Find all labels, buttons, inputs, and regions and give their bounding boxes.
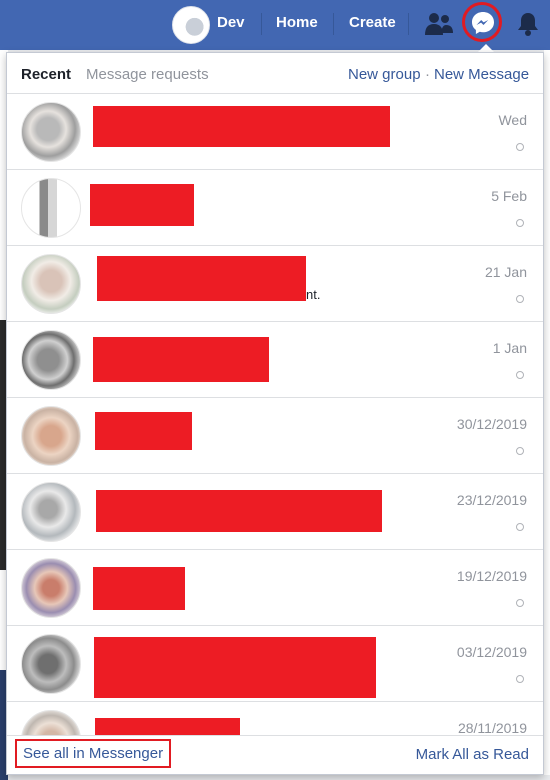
conversation-date: 23/12/2019	[456, 492, 527, 508]
mark-read-dot[interactable]	[516, 447, 524, 455]
nav-divider	[261, 13, 262, 35]
messenger-icon[interactable]	[470, 10, 496, 41]
mark-read-dot[interactable]	[516, 599, 524, 607]
profile-avatar[interactable]	[172, 6, 210, 44]
new-group-link[interactable]: New group	[348, 66, 421, 83]
conversation-list: Wed 5 Feb nt. 21 Jan 1 Jan 30/12/2019 23…	[7, 94, 543, 774]
dropdown-footer: See all in Messenger Mark All as Read	[7, 735, 543, 774]
redacted-name	[96, 490, 382, 532]
conversation-date: 19/12/2019	[456, 568, 527, 584]
new-message-link[interactable]: New Message	[434, 66, 529, 83]
redacted-name	[93, 337, 269, 382]
mark-read-dot[interactable]	[516, 523, 524, 531]
dropdown-header: Recent Message requests New group · New …	[7, 53, 543, 94]
redacted-name	[90, 184, 194, 226]
nav-divider	[408, 13, 409, 35]
avatar	[21, 634, 81, 694]
conversation-date: 1 Jan	[492, 340, 527, 356]
conversation-date: 28/11/2019	[457, 720, 527, 736]
conversation-date: 30/12/2019	[456, 416, 527, 432]
friends-icon[interactable]	[424, 11, 454, 42]
conversation-row[interactable]: 1 Jan	[7, 322, 543, 398]
conversation-date: Wed	[498, 112, 527, 128]
conversation-row[interactable]: 19/12/2019	[7, 550, 543, 626]
background-page-right	[544, 50, 550, 775]
conversation-date: 5 Feb	[491, 188, 527, 204]
mark-read-dot[interactable]	[516, 143, 524, 151]
redacted-name	[95, 412, 192, 450]
avatar	[21, 178, 81, 238]
conversation-row[interactable]: nt. 21 Jan	[7, 246, 543, 322]
conversation-date: 03/12/2019	[456, 644, 527, 660]
profile-name-link[interactable]: Dev	[217, 14, 245, 31]
message-snippet-end: nt.	[306, 287, 321, 302]
avatar	[21, 406, 81, 466]
conversation-row[interactable]: 03/12/2019	[7, 626, 543, 702]
mark-read-dot[interactable]	[516, 371, 524, 379]
conversation-date: 21 Jan	[484, 264, 527, 280]
conversation-row[interactable]: 30/12/2019	[7, 398, 543, 474]
mark-all-as-read-link[interactable]: Mark All as Read	[416, 746, 529, 763]
avatar	[21, 254, 81, 314]
redacted-name	[93, 567, 185, 610]
mark-read-dot[interactable]	[516, 675, 524, 683]
mark-read-dot[interactable]	[516, 295, 524, 303]
tab-recent[interactable]: Recent	[21, 66, 71, 83]
avatar	[21, 482, 81, 542]
conversation-row[interactable]: 5 Feb	[7, 170, 543, 246]
conversation-row[interactable]: Wed	[7, 94, 543, 170]
avatar	[21, 102, 81, 162]
redacted-name	[94, 637, 376, 698]
conversation-row[interactable]: 23/12/2019	[7, 474, 543, 550]
see-all-in-messenger-link[interactable]: See all in Messenger	[15, 739, 172, 768]
avatar	[21, 330, 81, 390]
create-link[interactable]: Create	[349, 14, 396, 31]
redacted-name	[93, 106, 390, 147]
home-link[interactable]: Home	[276, 14, 318, 31]
nav-divider	[333, 13, 334, 35]
messenger-dropdown: Recent Message requests New group · New …	[6, 52, 544, 775]
top-navigation-bar: Dev Home Create	[0, 0, 550, 50]
avatar	[21, 558, 81, 618]
redacted-name	[97, 256, 306, 301]
mark-read-dot[interactable]	[516, 219, 524, 227]
header-separator: ·	[425, 66, 430, 83]
tab-message-requests[interactable]: Message requests	[86, 66, 209, 83]
dropdown-caret	[478, 44, 494, 52]
notifications-icon[interactable]	[516, 11, 540, 42]
